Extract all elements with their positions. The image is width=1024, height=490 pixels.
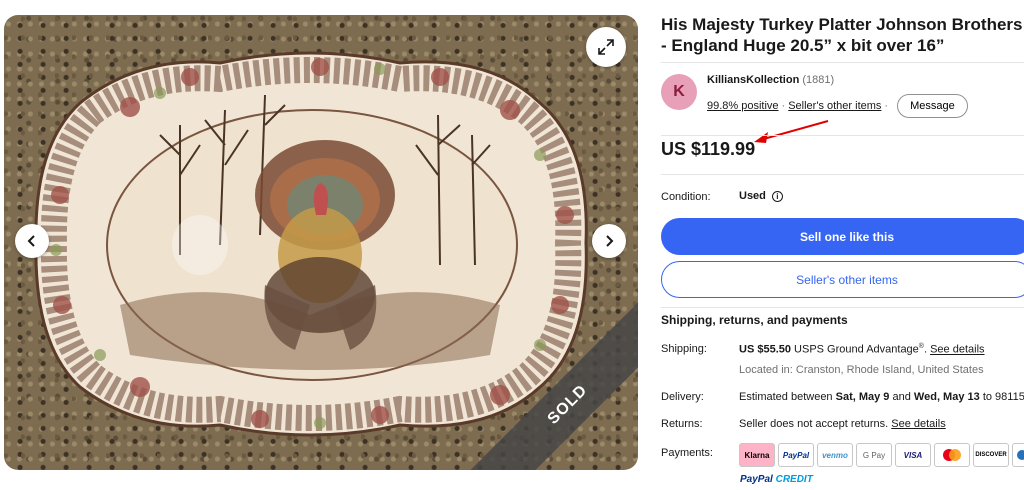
sell-one-like-this-button[interactable]: Sell one like this bbox=[661, 218, 1024, 255]
returns-text: Seller does not accept returns. bbox=[739, 418, 889, 430]
returns-see-details-link[interactable]: See details bbox=[891, 418, 945, 430]
mastercard-logo bbox=[934, 443, 970, 467]
returns-label: Returns: bbox=[661, 418, 703, 430]
delivery-prefix: Estimated between bbox=[739, 391, 833, 403]
payment-methods: Klarna PayPal venmo G Pay VISA DISCOVER bbox=[739, 443, 1024, 467]
registered-mark: ® bbox=[918, 343, 924, 350]
shipping-label: Shipping: bbox=[661, 343, 707, 355]
discover-logo: DISCOVER bbox=[973, 443, 1009, 467]
next-image-button[interactable] bbox=[592, 224, 626, 258]
info-icon[interactable]: i bbox=[771, 190, 783, 202]
message-button[interactable]: Message bbox=[897, 94, 968, 118]
venmo-logo: venmo bbox=[817, 443, 853, 467]
avatar[interactable]: K bbox=[661, 74, 697, 110]
item-location: Located in: Cranston, Rhode Island, Unit… bbox=[739, 364, 984, 376]
seller-other-items-link[interactable]: Seller's other items bbox=[788, 100, 881, 112]
delivery-start: Sat, May 9 bbox=[835, 391, 890, 403]
seller-name-row: KilliansKollection (1881) bbox=[707, 74, 834, 86]
seller-links: 99.8% positive · Seller's other items · … bbox=[707, 94, 968, 118]
shipping-value: US $55.50 USPS Ground Advantage®. See de… bbox=[739, 343, 985, 356]
paypal-credit-word: CREDIT bbox=[775, 474, 813, 485]
previous-image-button[interactable] bbox=[15, 224, 49, 258]
klarna-logo: Klarna bbox=[739, 443, 775, 467]
card-icon bbox=[1016, 450, 1024, 460]
delivery-value: Estimated between Sat, May 9 and Wed, Ma… bbox=[739, 391, 1024, 403]
divider bbox=[661, 174, 1024, 175]
delivery-and: and bbox=[892, 391, 911, 403]
delivery-label: Delivery: bbox=[661, 391, 704, 403]
mastercard-icon bbox=[943, 449, 961, 461]
product-image[interactable] bbox=[20, 15, 602, 470]
paypal-credit-logo: PayPal CREDIT bbox=[740, 474, 813, 485]
seller-name[interactable]: KilliansKollection bbox=[707, 74, 799, 86]
separator: · bbox=[884, 100, 889, 112]
listing-panel: His Majesty Turkey Platter Johnson Broth… bbox=[661, 14, 1024, 459]
sellers-other-items-button[interactable]: Seller's other items bbox=[661, 261, 1024, 298]
visa-logo: VISA bbox=[895, 443, 931, 467]
image-gallery[interactable]: SOLD bbox=[4, 15, 638, 470]
shipping-see-details-link[interactable]: See details bbox=[930, 344, 984, 356]
positive-feedback-link[interactable]: 99.8% positive bbox=[707, 100, 779, 112]
amex-logo-partial bbox=[1012, 443, 1024, 467]
delivery-end: Wed, May 13 bbox=[913, 391, 980, 403]
shipping-service: USPS Ground Advantage bbox=[794, 343, 919, 356]
condition-label: Condition: bbox=[661, 191, 711, 203]
seller-card: K KilliansKollection (1881) 99.8% positi… bbox=[661, 62, 1024, 136]
condition-value: Used bbox=[739, 190, 766, 202]
chevron-right-icon bbox=[606, 235, 614, 247]
expand-icon bbox=[598, 39, 614, 55]
paypal-credit-brand: PayPal bbox=[740, 474, 773, 485]
condition-value-row: Used i bbox=[739, 190, 783, 202]
turkey-platter-image bbox=[34, 51, 588, 437]
expand-image-button[interactable] bbox=[586, 27, 626, 67]
google-pay-logo: G Pay bbox=[856, 443, 892, 467]
paypal-logo: PayPal bbox=[778, 443, 814, 467]
delivery-zip: to 98115 bbox=[982, 391, 1024, 403]
shipping-price: US $55.50 bbox=[739, 343, 791, 356]
price: US $119.99 bbox=[661, 139, 756, 159]
seller-feedback-count: (1881) bbox=[802, 74, 835, 86]
separator: · bbox=[781, 100, 786, 112]
divider bbox=[661, 307, 1024, 308]
shipping-section-title: Shipping, returns, and payments bbox=[661, 313, 848, 327]
payments-label: Payments: bbox=[661, 447, 713, 459]
chevron-left-icon bbox=[27, 235, 35, 247]
listing-title: His Majesty Turkey Platter Johnson Broth… bbox=[661, 15, 1023, 55]
returns-value: Seller does not accept returns. See deta… bbox=[739, 418, 946, 430]
